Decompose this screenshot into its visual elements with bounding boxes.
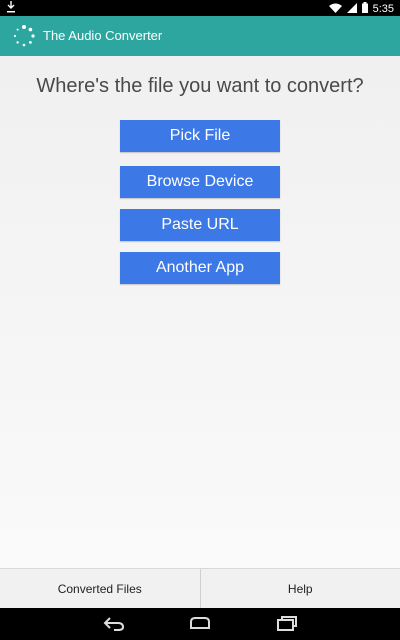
app-title: The Audio Converter xyxy=(43,28,163,43)
navigation-bar xyxy=(0,608,400,640)
wifi-icon xyxy=(328,3,342,16)
download-icon xyxy=(6,1,16,16)
converted-files-tab[interactable]: Converted Files xyxy=(0,569,201,609)
help-tab[interactable]: Help xyxy=(201,569,400,609)
home-icon[interactable] xyxy=(188,614,212,634)
recents-icon[interactable] xyxy=(275,614,299,634)
status-bar: 5:35 xyxy=(0,0,400,16)
paste-url-button[interactable]: Paste URL xyxy=(120,209,280,241)
app-bar: The Audio Converter xyxy=(0,16,400,56)
bottom-bar: Converted Files Help xyxy=(0,568,400,609)
pick-file-button[interactable]: Pick File xyxy=(120,120,280,152)
status-clock: 5:35 xyxy=(372,3,394,15)
page-heading: Where's the file you want to convert? xyxy=(36,75,364,97)
battery-icon xyxy=(361,2,368,16)
browse-device-button[interactable]: Browse Device xyxy=(120,166,280,198)
back-icon[interactable] xyxy=(102,614,126,634)
signal-icon xyxy=(346,2,357,16)
status-icons: 5:35 xyxy=(328,2,394,16)
another-app-button[interactable]: Another App xyxy=(120,252,280,284)
app-logo-icon xyxy=(12,24,36,48)
main-content: Where's the file you want to convert? Pi… xyxy=(0,56,400,568)
